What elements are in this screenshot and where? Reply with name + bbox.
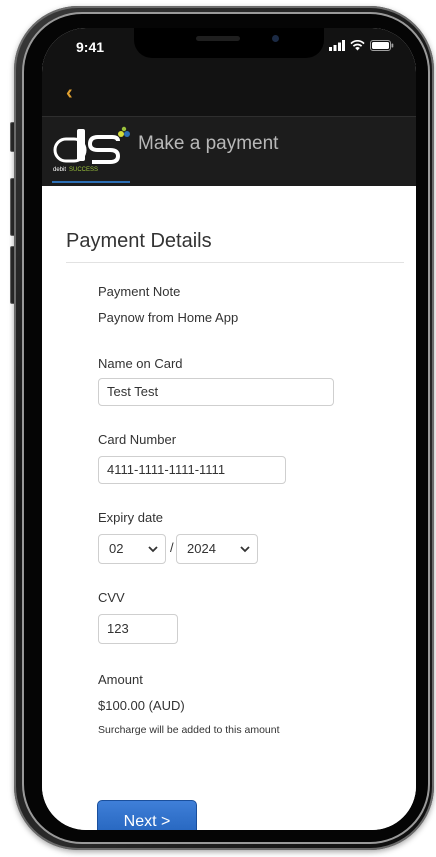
navigation-bar: ‹ xyxy=(42,70,416,116)
device-mockup: 9:41 ‹ debit SUCCESS Make a payment Paym… xyxy=(0,0,436,857)
card-number-label: Card Number xyxy=(98,432,177,447)
payment-note-label: Payment Note xyxy=(98,284,181,299)
expiry-date-label: Expiry date xyxy=(98,510,164,525)
chevron-down-icon xyxy=(240,546,250,553)
cvv-input[interactable]: 123 xyxy=(98,614,178,644)
name-on-card-input[interactable]: Test Test xyxy=(98,378,334,406)
app-header: debit SUCCESS Make a payment xyxy=(42,116,416,187)
expiry-year-value: 2024 xyxy=(187,541,216,556)
notch xyxy=(134,28,324,58)
payment-form: Payment Details Payment Note Paynow from… xyxy=(42,186,416,830)
expiry-separator: / xyxy=(170,540,174,555)
name-on-card-label: Name on Card xyxy=(98,356,183,371)
debit-success-logo: debit SUCCESS xyxy=(52,125,134,173)
battery-icon xyxy=(370,40,394,51)
wifi-icon xyxy=(350,40,365,51)
expiry-month-value: 02 xyxy=(109,541,124,556)
amount-value: $100.00 (AUD) xyxy=(98,698,185,713)
next-button[interactable]: Next > xyxy=(97,800,197,830)
card-number-input[interactable]: 4111-1111-1111-1111 xyxy=(98,456,286,484)
surcharge-note: Surcharge will be added to this amount xyxy=(98,724,280,736)
front-camera xyxy=(272,35,279,42)
status-icons xyxy=(329,40,394,51)
logo-sub-right: SUCCESS xyxy=(69,167,98,173)
payment-note-value: Paynow from Home App xyxy=(98,310,239,325)
expiry-month-select[interactable]: 02 xyxy=(98,534,166,564)
speaker-grille xyxy=(196,36,240,41)
logo-underline xyxy=(52,181,130,183)
signal-icon xyxy=(329,40,345,51)
logo-mark: debit SUCCESS xyxy=(53,126,130,173)
section-title: Payment Details xyxy=(66,230,212,252)
chevron-left-icon[interactable]: ‹ xyxy=(66,82,73,105)
cvv-label: CVV xyxy=(98,590,125,605)
expiry-year-select[interactable]: 2024 xyxy=(176,534,258,564)
amount-label: Amount xyxy=(98,672,143,687)
page-title: Make a payment xyxy=(138,133,279,154)
chevron-down-icon xyxy=(148,546,158,553)
section-divider xyxy=(66,262,404,263)
status-time: 9:41 xyxy=(76,39,105,55)
logo-sub-left: debit xyxy=(53,167,66,173)
phone-screen: 9:41 ‹ debit SUCCESS Make a payment Paym… xyxy=(42,28,416,830)
status-bar: 9:41 xyxy=(42,28,416,70)
